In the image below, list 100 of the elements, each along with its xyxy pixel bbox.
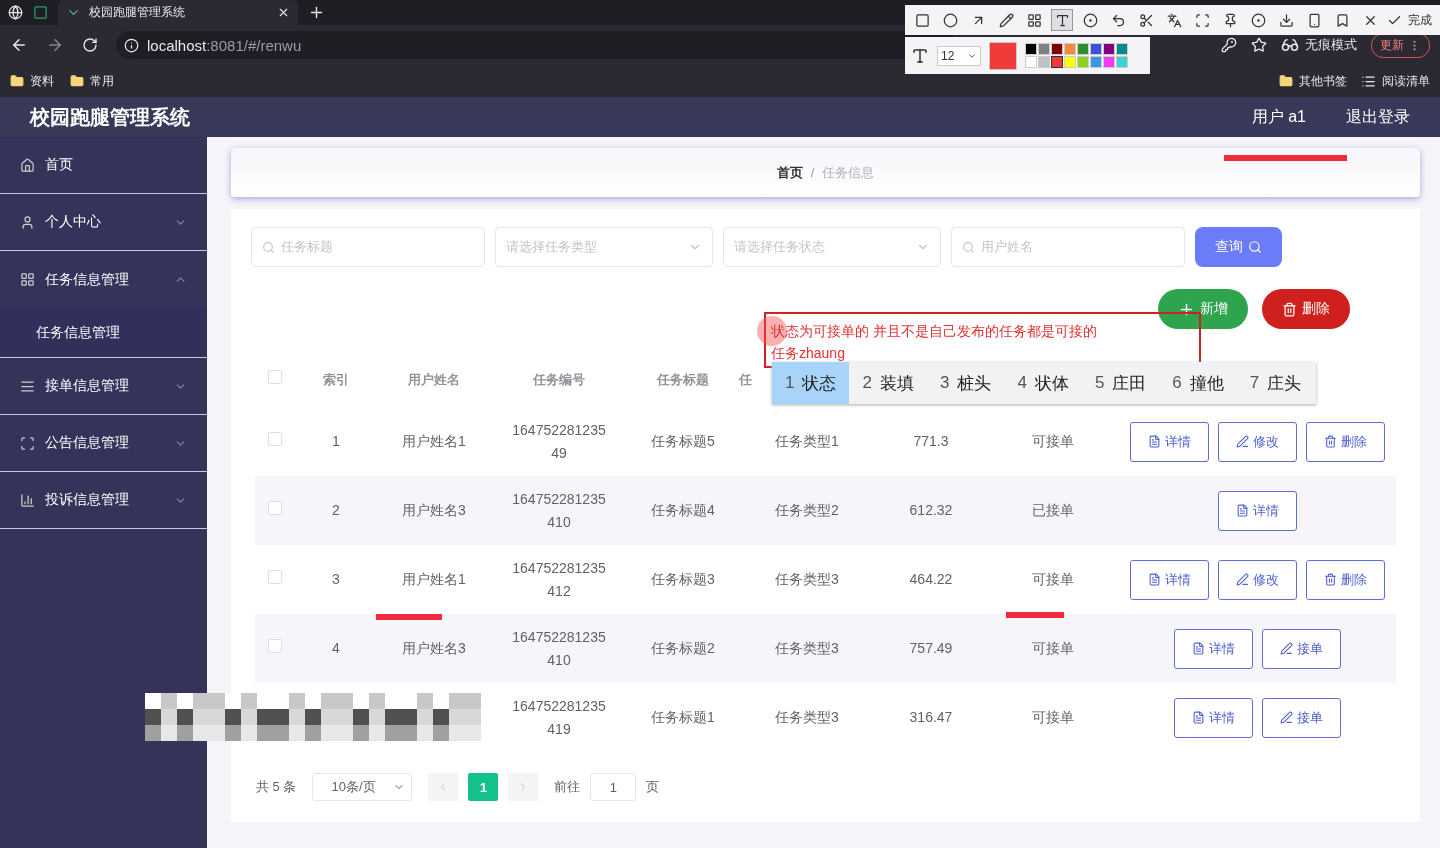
text-icon[interactable]	[1051, 9, 1073, 31]
cursor-highlight	[757, 316, 787, 346]
folder-icon	[10, 74, 24, 88]
done-button[interactable]: 完成	[1387, 11, 1432, 29]
user-icon	[20, 214, 35, 230]
sheet-icon[interactable]	[33, 5, 48, 20]
sidebar-item[interactable]: 投诉信息管理	[0, 472, 207, 529]
query-button[interactable]: 查询	[1195, 227, 1282, 267]
ime-candidate[interactable]: 7 庄头	[1236, 362, 1315, 404]
back-icon[interactable]	[10, 36, 28, 54]
list-icon	[20, 378, 35, 394]
checkbox[interactable]	[268, 570, 282, 584]
total-count: 共 5 条	[256, 778, 297, 796]
key-icon[interactable]	[1221, 37, 1237, 53]
table-cell: 1	[332, 433, 340, 449]
current-color-swatch[interactable]	[989, 41, 1017, 70]
globe-icon[interactable]	[8, 5, 23, 20]
sidebar-item[interactable]: 任务信息管理	[0, 251, 207, 308]
trash-icon	[1324, 573, 1337, 586]
checkbox[interactable]	[268, 432, 282, 446]
edit-button[interactable]: 修改	[1218, 559, 1297, 600]
detail-button[interactable]: 详情	[1130, 421, 1209, 462]
table-cell: 3	[332, 571, 340, 587]
trash-icon	[1282, 301, 1297, 317]
table-cell: 164752281235 49	[512, 421, 606, 461]
breadcrumb-item[interactable]: 首页	[776, 163, 803, 182]
color-swatch[interactable]	[1051, 56, 1063, 68]
tab-title: 校园跑腿管理系统	[89, 4, 186, 21]
logout-link[interactable]: 退出登录	[1346, 106, 1410, 128]
ime-candidate[interactable]: 1 状态	[772, 362, 850, 404]
table-cell: 612.32	[909, 502, 953, 518]
accept-button[interactable]: 接单	[1262, 628, 1341, 669]
folder-icon	[1279, 74, 1293, 88]
detail-button[interactable]: 详情	[1130, 559, 1209, 600]
table-cell: 任务标题3	[651, 571, 715, 587]
sidebar-item[interactable]: 首页	[0, 137, 207, 194]
column-header: 用户姓名	[408, 371, 460, 387]
column-header: 索引	[323, 371, 349, 387]
table-cell: 用户姓名1	[402, 571, 466, 587]
table-cell: 用户姓名3	[402, 502, 466, 518]
search-icon	[1248, 240, 1262, 254]
star-icon[interactable]	[1251, 37, 1267, 53]
search-icon	[962, 240, 975, 254]
table-cell: 164752281235 410	[512, 490, 606, 530]
reload-icon[interactable]	[82, 37, 98, 53]
sidebar-subitem[interactable]: 任务信息管理	[0, 308, 207, 358]
bookmark-item[interactable]: 常用	[70, 72, 114, 90]
edit-button[interactable]: 修改	[1218, 421, 1297, 462]
forward-icon[interactable]	[46, 36, 64, 54]
table-cell: 任务标题1	[651, 709, 715, 725]
sidebar-item[interactable]: 个人中心	[0, 194, 207, 251]
frame-icon	[20, 435, 35, 451]
sidebar-item[interactable]: 公告信息管理	[0, 415, 207, 472]
info-icon	[124, 37, 139, 53]
new-tab-icon[interactable]	[308, 4, 325, 21]
page-size-select[interactable]: 10条/页	[312, 773, 413, 801]
table-cell: 任务标题2	[651, 640, 715, 656]
table-cell: 任务类型3	[775, 709, 839, 725]
delete-button[interactable]: 删除	[1306, 421, 1385, 462]
detail-button[interactable]: 详情	[1174, 628, 1253, 669]
sidebar-item[interactable]: 接单信息管理	[0, 358, 207, 415]
table-cell: 任务标题5	[651, 433, 715, 449]
close-icon[interactable]	[277, 6, 290, 19]
table-cell: 可接单	[1032, 571, 1074, 587]
checkbox[interactable]	[268, 501, 282, 515]
table-cell: 464.22	[909, 571, 953, 587]
table-cell: 2	[332, 502, 340, 518]
table-cell: 用户姓名3	[402, 640, 466, 656]
reading-list-button[interactable]: 阅读清单	[1361, 72, 1430, 90]
table-cell: 任务类型1	[775, 433, 839, 449]
browser-tab[interactable]: 校园跑腿管理系统	[58, 0, 298, 25]
delete-button[interactable]: 删除	[1306, 559, 1385, 600]
table-cell: 771.3	[913, 433, 949, 449]
accept-button[interactable]: 接单	[1262, 697, 1341, 738]
checkbox[interactable]	[268, 369, 282, 384]
ime-candidate[interactable]: 2 装填	[849, 362, 927, 404]
page-input[interactable]: 1	[590, 773, 637, 801]
list-icon	[1361, 73, 1376, 89]
profile-button[interactable]: 无痕模式	[1281, 36, 1357, 54]
ime-candidate[interactable]: 6 撞他	[1159, 362, 1237, 404]
user-link[interactable]: 用户 a1	[1251, 106, 1306, 128]
ime-candidate[interactable]: 4 状体	[1004, 362, 1082, 404]
delete-button[interactable]: 删除	[1262, 289, 1350, 329]
pen-icon	[1280, 642, 1293, 655]
detail-button[interactable]: 详情	[1218, 490, 1297, 531]
detail-button[interactable]: 详情	[1174, 697, 1253, 738]
underline-mark	[376, 614, 442, 620]
table-cell: 可接单	[1032, 709, 1074, 725]
bookmark-item[interactable]: 资料	[10, 72, 54, 90]
checkbox[interactable]	[268, 639, 282, 653]
bookmark-item[interactable]: 其他书签	[1279, 72, 1347, 90]
app-title: 校园跑腿管理系统	[30, 104, 190, 130]
annotation-text: 任务zhaung	[771, 344, 846, 363]
home-icon	[20, 157, 35, 173]
font-size-select[interactable]: 12	[937, 45, 981, 66]
ime-candidate[interactable]: 3 桩头	[926, 362, 1005, 404]
document-icon	[1192, 711, 1205, 724]
table-cell: 任务标题4	[651, 502, 715, 518]
bar-chart-icon	[20, 492, 35, 508]
ime-candidate[interactable]: 5 庄田	[1081, 362, 1160, 404]
